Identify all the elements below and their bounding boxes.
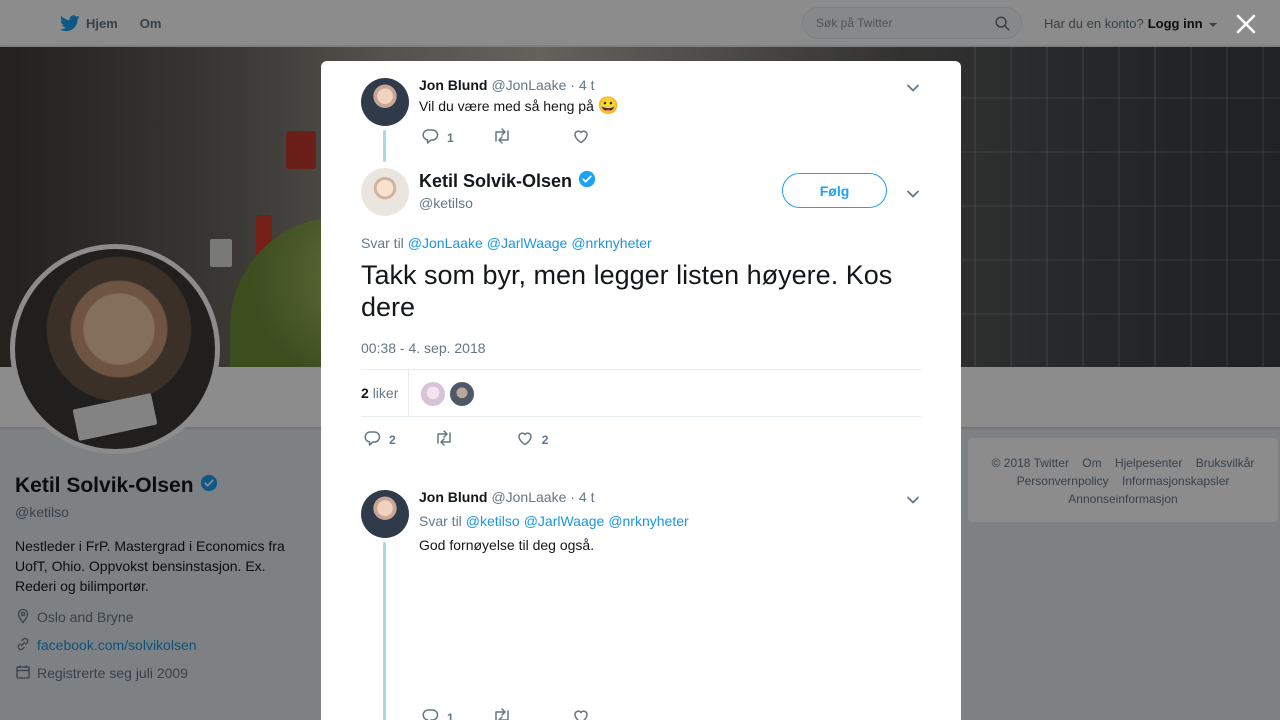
heart-icon — [572, 127, 590, 148]
reply-button[interactable]: 1 — [421, 127, 454, 148]
tweet-modal: Jon Blund @JonLaake · 4 t Vil du være me… — [321, 61, 961, 720]
reply-tweet-reply-to: Svar til @ketilso @JarlWaage @nrknyheter — [419, 513, 689, 529]
liker-avatar[interactable] — [450, 382, 474, 406]
grinning-face-emoji: 😀 — [597, 96, 620, 115]
retweet-button[interactable] — [492, 707, 512, 720]
avatar[interactable] — [361, 490, 409, 538]
retweet-icon — [492, 127, 512, 148]
follow-button[interactable]: Følg — [782, 173, 887, 208]
reply-icon — [363, 429, 381, 450]
reply-button[interactable]: 2 — [363, 429, 396, 450]
parent-tweet-text: Vil du være med så heng på — [419, 98, 594, 114]
reply-tweet-text: God fornøyelse til deg også. — [419, 537, 595, 553]
retweet-icon — [434, 429, 454, 450]
chevron-down-icon[interactable] — [906, 186, 920, 198]
liker-avatar[interactable] — [421, 382, 445, 406]
like-button[interactable] — [572, 127, 590, 148]
main-tweet-timestamp[interactable]: 00:38 - 4. sep. 2018 — [361, 340, 486, 356]
avatar[interactable] — [361, 168, 409, 216]
chevron-down-icon[interactable] — [906, 80, 920, 92]
main-tweet-actions: 2 2 — [363, 429, 548, 450]
likes-count: 2 — [361, 385, 369, 401]
mention-link[interactable]: @nrknyheter — [608, 513, 688, 529]
retweet-button[interactable] — [434, 429, 454, 450]
reply-prefix: Svar til — [361, 235, 404, 251]
main-tweet-name[interactable]: Ketil Solvik-Olsen — [419, 171, 572, 192]
thread-connector — [383, 542, 386, 720]
likes-label: liker — [372, 385, 399, 401]
reply-icon — [421, 127, 439, 148]
like-button[interactable]: 2 — [516, 429, 549, 450]
reply-count: 1 — [447, 130, 454, 145]
reply-tweet-header: Jon Blund @JonLaake · 4 t — [419, 489, 595, 505]
verified-badge-icon — [578, 170, 596, 193]
parent-tweet-text-row: Vil du være med så heng på 😀 — [419, 96, 619, 116]
reply-count: 2 — [389, 432, 396, 447]
main-tweet-handle[interactable]: @ketilso — [419, 195, 473, 211]
reply-count: 1 — [447, 710, 454, 720]
parent-tweet-actions: 1 — [421, 127, 590, 148]
likes-stat[interactable]: 2 liker — [361, 385, 398, 401]
reply-prefix: Svar til — [419, 513, 462, 529]
main-tweet-stats: 2 liker — [361, 369, 921, 417]
parent-tweet-handle[interactable]: @JonLaake — [491, 77, 566, 93]
mention-link[interactable]: @JonLaake — [408, 235, 483, 251]
heart-icon — [516, 429, 534, 450]
chevron-down-icon[interactable] — [906, 492, 920, 504]
retweet-button[interactable] — [492, 127, 512, 148]
stats-divider — [408, 370, 409, 417]
main-tweet-text: Takk som byr, men legger listen høyere. … — [361, 260, 893, 322]
reply-button[interactable]: 1 — [421, 707, 454, 720]
close-icon[interactable] — [1234, 12, 1258, 36]
heart-icon — [572, 707, 590, 720]
thread-connector — [383, 130, 386, 162]
parent-tweet-header: Jon Blund @JonLaake · 4 t — [419, 77, 595, 93]
reply-tweet-handle[interactable]: @JonLaake — [491, 489, 566, 505]
avatar[interactable] — [361, 78, 409, 126]
mention-link[interactable]: @ketilso — [466, 513, 520, 529]
main-tweet-name-row: Ketil Solvik-Olsen — [419, 170, 596, 193]
parent-tweet-name[interactable]: Jon Blund — [419, 77, 487, 93]
parent-tweet-time[interactable]: · 4 t — [570, 77, 594, 93]
reply-tweet-name[interactable]: Jon Blund — [419, 489, 487, 505]
mention-link[interactable]: @nrknyheter — [571, 235, 651, 251]
mention-link[interactable]: @JarlWaage — [524, 513, 605, 529]
like-button[interactable] — [572, 707, 590, 720]
reply-tweet-actions: 1 — [421, 707, 590, 720]
reply-tweet-time[interactable]: · 4 t — [570, 489, 594, 505]
main-tweet-reply-to: Svar til @JonLaake @JarlWaage @nrknyhete… — [361, 235, 652, 251]
reply-icon — [421, 707, 439, 720]
like-count: 2 — [541, 432, 549, 447]
mention-link[interactable]: @JarlWaage — [487, 235, 568, 251]
retweet-icon — [492, 707, 512, 720]
